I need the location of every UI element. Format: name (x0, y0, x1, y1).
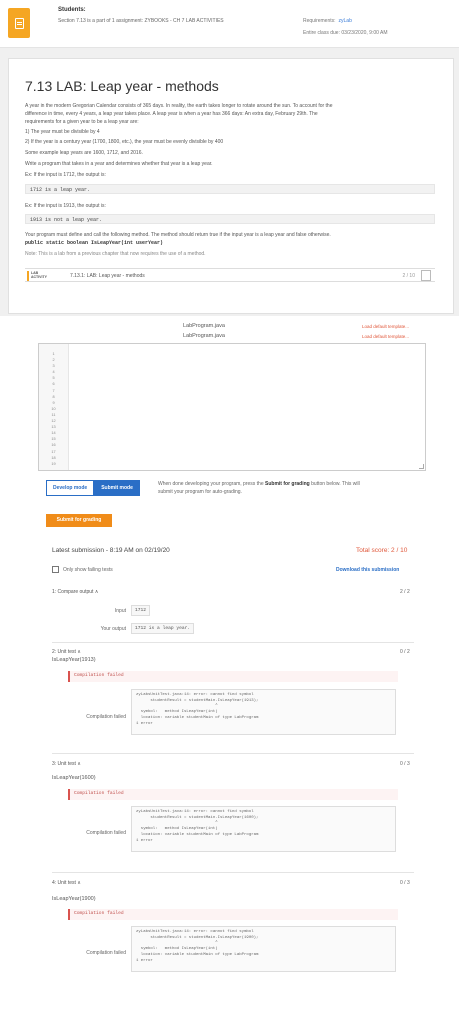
test-2-score: 0 / 2 (400, 649, 410, 655)
mode-help-text-2: button below. This will (309, 481, 360, 487)
lab-activity-bar: LAB ACTIVITY 7.13.1: LAB: Leap year - met… (25, 268, 435, 282)
file-tab-1[interactable]: LabProgram.java (183, 323, 225, 329)
intro-line-2: difference in time, every 4 years, a lea… (25, 111, 318, 117)
test-3-failure-banner: Compilation failed (68, 789, 398, 800)
test-3-failure-label: Compilation failed (86, 830, 126, 836)
test-4-score: 0 / 3 (400, 880, 410, 886)
mode-help-text: When done developing your program, press… (158, 481, 266, 487)
submit-mode-button[interactable]: Submit mode (94, 480, 140, 496)
line-number-gutter: 1 2 3 4 5 6 7 8 9 10 11 12 13 14 15 16 17 18 19 (39, 344, 69, 470)
test-2-error-box: zyLabsUnitTest.java:14: error: cannot fi… (131, 689, 396, 735)
lab-note: Note: This is a lab from a previous chap… (25, 251, 206, 257)
test-4-function: IsLeapYear(1900) (52, 896, 96, 902)
intro-line-1: A year in the modern Gregorian Calendar … (25, 103, 333, 109)
test-2-function: IsLeapYear(1913) (52, 657, 96, 663)
test-3-score: 0 / 3 (400, 761, 410, 767)
error-line: 1 error (136, 721, 153, 726)
completion-box (421, 270, 431, 281)
error-line: 1 error (136, 958, 153, 963)
test-2-title[interactable]: 2: Unit test ∧ (52, 649, 81, 655)
file-tab-2[interactable]: LabProgram.java (183, 333, 225, 339)
failing-tests-checkbox[interactable] (52, 566, 59, 573)
document-icon (14, 17, 24, 29)
your-output-value: 1712 is a leap year. (131, 623, 195, 634)
divider (52, 753, 414, 754)
editor-resize-handle[interactable] (419, 464, 424, 469)
test-3-function: IsLeapYear(1600) (52, 775, 96, 781)
test-4-title[interactable]: 4: Unit test ∧ (52, 880, 81, 886)
section-assignment-line: Section 7.13 is a part of 1 assignment: … (58, 18, 224, 24)
task-text: Write a program that takes in a year and… (25, 161, 213, 167)
failing-tests-label[interactable]: Only show failing tests (63, 567, 113, 573)
test-4-failure-label: Compilation failed (86, 950, 126, 956)
mode-help-bold: Submit for grading (265, 481, 310, 487)
latest-submission: Latest submission - 8:19 AM on 02/19/20 (52, 547, 170, 554)
mode-toggle: Develop mode Submit mode (46, 480, 140, 496)
section-header: Students: Section 7.13 is a part of 1 as… (0, 0, 459, 48)
students-label: Students: (58, 7, 86, 13)
total-score: Total score: 2 / 10 (356, 547, 408, 554)
due-date: Entire class due: 03/23/2020, 9:00 AM (303, 30, 388, 36)
example-1-label: Ex: If the input is 1712, the output is: (25, 172, 106, 178)
divider (52, 872, 414, 873)
example-1-output: 1712 is a leap year. (25, 184, 435, 194)
method-signature: public static boolean IsLeapYear(int use… (25, 240, 164, 246)
assignment-badge (8, 8, 30, 38)
code-editor[interactable]: 1 2 3 4 5 6 7 8 9 10 11 12 13 14 15 16 17 18 19 (38, 343, 426, 471)
lab-tag-line-2: ACTIVITY (31, 275, 47, 279)
error-line: 1 error (136, 838, 153, 843)
requirements-value: zyLab (338, 18, 352, 24)
example-2-output: 1913 is not a leap year. (25, 214, 435, 224)
test-4-error-box: zyLabsUnitTest.java:14: error: cannot fi… (131, 926, 396, 972)
load-template-link-1[interactable]: Load default template... (362, 324, 409, 329)
mode-help-line-2: submit your program for auto-grading. (158, 489, 242, 495)
test-4-failure-banner: Compilation failed (68, 909, 398, 920)
submit-for-grading-button[interactable]: Submit for grading (46, 514, 112, 527)
input-label: Input (114, 608, 126, 614)
lab-activity-name: 7.13.1: LAB: Leap year - methods (70, 273, 145, 279)
develop-mode-button[interactable]: Develop mode (46, 480, 95, 496)
lab-activity-tag: LAB ACTIVITY (27, 271, 47, 281)
load-template-link-2[interactable]: Load default template... (362, 334, 409, 339)
test-3-error-box: zyLabsUnitTest.java:14: error: cannot fi… (131, 806, 396, 852)
method-requirement: Your program must define and call the fo… (25, 232, 331, 238)
line-number: 19 (51, 461, 56, 466)
input-value: 1712 (131, 605, 151, 616)
test-2-failure-label: Compilation failed (86, 714, 126, 720)
download-submission-link[interactable]: Download this submission (336, 567, 399, 573)
divider (52, 642, 414, 643)
example-2-label: Ex: If the input is 1913, the output is: (25, 203, 106, 209)
requirements: Requirements: zyLab (303, 18, 352, 24)
rule-2: 2) If the year is a century year (1700, … (25, 139, 224, 145)
your-output-label: Your output (100, 626, 126, 632)
test-1-score: 2 / 2 (400, 589, 410, 595)
requirements-label: Requirements: (303, 18, 336, 24)
test-2-failure-banner: Compilation failed (68, 671, 398, 682)
examples-text: Some example leap years are 1600, 1712, … (25, 150, 143, 156)
intro-line-3: requirements for a given year to be a le… (25, 119, 139, 125)
rule-1: 1) The year must be divisible by 4 (25, 129, 100, 135)
mode-help-line-1: When done developing your program, press… (158, 481, 360, 487)
lab-activity-score: 2 / 10 (402, 273, 415, 279)
test-1-title[interactable]: 1: Compare output ∧ (52, 589, 98, 595)
test-3-title[interactable]: 3: Unit test ∧ (52, 761, 81, 767)
page-title: 7.13 LAB: Leap year - methods (25, 78, 219, 94)
